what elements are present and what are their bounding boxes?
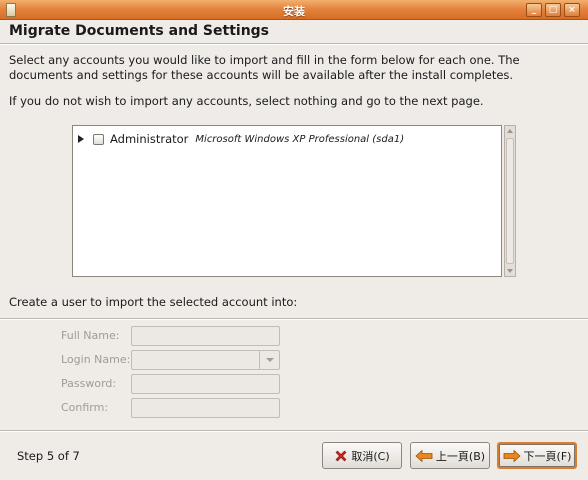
arrow-left-icon (415, 449, 433, 463)
cancel-x-icon (334, 449, 348, 463)
cancel-button[interactable]: 取消(C) (322, 442, 402, 469)
confirm-password-field[interactable] (131, 398, 280, 418)
forward-button[interactable]: 下一頁(F) (497, 442, 577, 469)
confirm-label: Confirm: (61, 401, 109, 414)
page-title: Migrate Documents and Settings (9, 23, 270, 39)
arrow-right-icon (503, 449, 521, 463)
expander-arrow-icon[interactable] (78, 135, 84, 143)
login-name-label: Login Name: (61, 353, 131, 366)
footer-divider (0, 430, 588, 432)
full-name-label: Full Name: (61, 329, 120, 342)
scroll-up-icon[interactable] (507, 129, 513, 133)
intro-hint: If you do not wish to import any account… (9, 94, 484, 108)
step-indicator: Step 5 of 7 (17, 449, 80, 463)
accounts-list[interactable]: Administrator Microsoft Windows XP Profe… (72, 125, 502, 277)
password-label: Password: (61, 377, 117, 390)
back-button[interactable]: 上一頁(B) (410, 442, 490, 469)
account-os: Microsoft Windows XP Professional (sda1) (195, 133, 405, 145)
header-divider (0, 43, 588, 45)
forward-label: 下一頁(F) (523, 449, 572, 463)
intro-line: documents and settings for these account… (9, 68, 514, 82)
account-name: Administrator (110, 132, 189, 146)
window-title: 安装 (283, 5, 305, 18)
account-checkbox[interactable] (93, 133, 104, 145)
form-caption: Create a user to import the selected acc… (9, 295, 298, 309)
intro-text: Select any accounts you would like to im… (9, 53, 520, 83)
combo-dropdown-button[interactable] (259, 351, 279, 369)
scroll-thumb[interactable] (506, 138, 514, 264)
chevron-down-icon (266, 358, 274, 362)
list-scrollbar[interactable] (504, 125, 516, 277)
password-field[interactable] (131, 374, 280, 394)
cancel-label: 取消(C) (351, 449, 390, 463)
intro-line: Select any accounts you would like to im… (9, 53, 520, 67)
form-divider (0, 318, 588, 320)
close-button[interactable]: × (564, 3, 580, 17)
login-name-combo[interactable] (131, 350, 280, 370)
list-item[interactable]: Administrator Microsoft Windows XP Profe… (77, 130, 404, 148)
back-label: 上一頁(B) (435, 449, 486, 463)
scroll-down-icon[interactable] (507, 269, 513, 273)
maximize-button[interactable]: □ (545, 3, 561, 17)
full-name-field[interactable] (131, 326, 280, 346)
title-bar[interactable]: 安装 _ □ × (0, 0, 588, 20)
minimize-button[interactable]: _ (526, 3, 542, 17)
